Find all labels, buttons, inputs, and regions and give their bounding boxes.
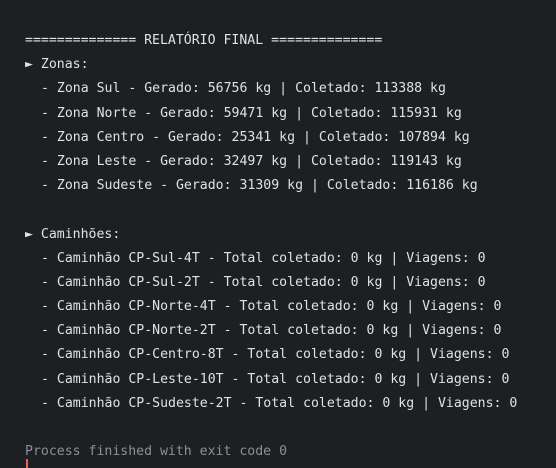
caminhoes-section-title: ► Caminhões:	[25, 226, 121, 242]
zonas-section-title: ► Zonas:	[25, 57, 89, 73]
zona-line: - Zona Norte - Gerado: 59471 kg | Coleta…	[41, 105, 462, 121]
caminhao-line: - Caminhão CP-Norte-4T - Total coletado:…	[41, 299, 502, 315]
run-console-output[interactable]: ============== RELATÓRIO FINAL =========…	[0, 0, 556, 468]
caminhao-line: - Caminhão CP-Leste-10T - Total coletado…	[41, 371, 510, 387]
caminhao-line: - Caminhão CP-Sul-2T - Total coletado: 0…	[41, 274, 486, 290]
zona-line: - Zona Sudeste - Gerado: 31309 kg | Cole…	[41, 178, 478, 194]
report-header: ============== RELATÓRIO FINAL =========…	[25, 33, 383, 48]
caminhao-line: - Caminhão CP-Centro-8T - Total coletado…	[41, 347, 510, 363]
caminhao-line: - Caminhão CP-Sul-4T - Total coletado: 0…	[41, 250, 486, 266]
zona-line: - Zona Centro - Gerado: 25341 kg | Colet…	[41, 129, 470, 145]
caminhao-line: - Caminhão CP-Norte-2T - Total coletado:…	[41, 323, 502, 339]
process-exit-message: Process finished with exit code 0	[25, 444, 288, 460]
caminhao-line: - Caminhão CP-Sudeste-2T - Total coletad…	[41, 395, 518, 411]
text-caret	[26, 459, 28, 468]
zona-line: - Zona Sul - Gerado: 56756 kg | Coletado…	[41, 81, 446, 97]
zona-line: - Zona Leste - Gerado: 32497 kg | Coleta…	[41, 153, 462, 169]
